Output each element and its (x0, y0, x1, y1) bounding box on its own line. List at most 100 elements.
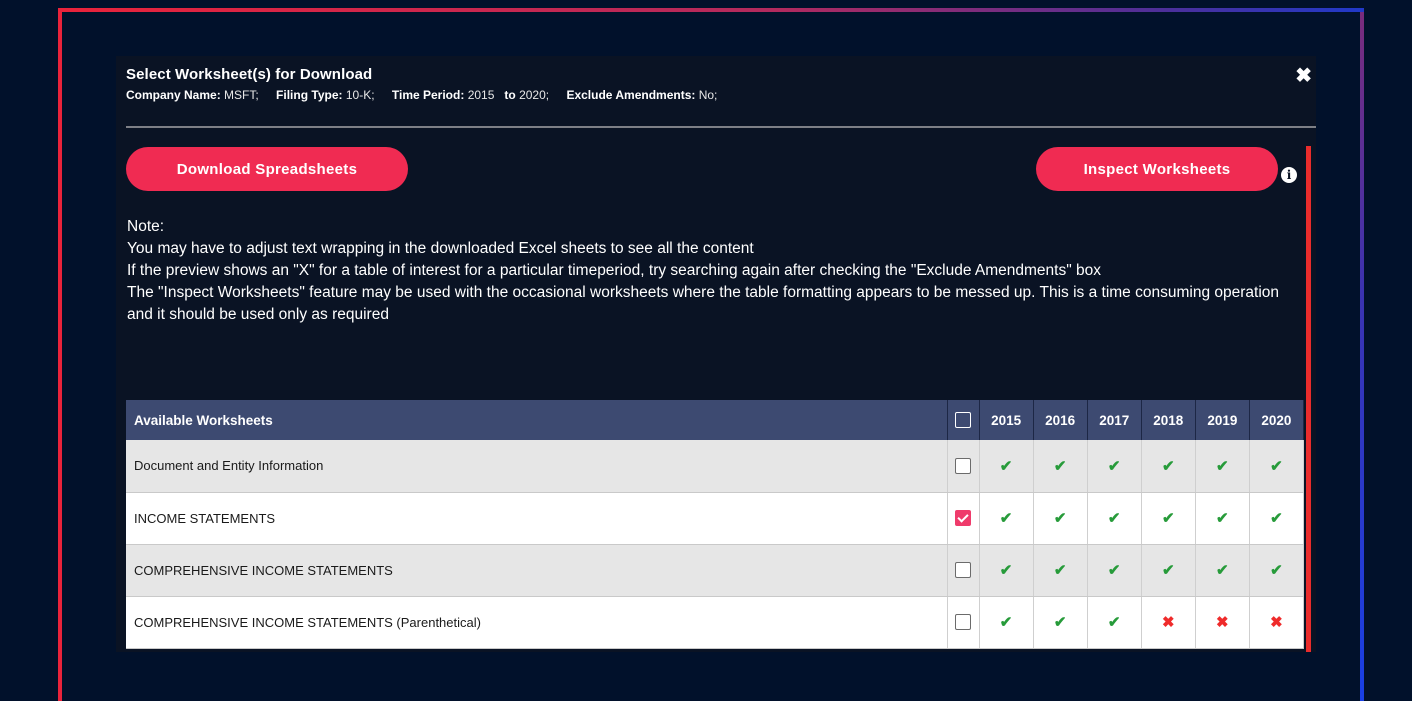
year-status-cell: ✖ (1249, 596, 1305, 649)
check-icon: ✔ (1053, 614, 1067, 631)
year-status-cell: ✔ (1087, 544, 1142, 597)
filing-type-value: 10-K; (345, 88, 375, 102)
check-icon: ✔ (1270, 457, 1283, 475)
check-icon: ✔ (1216, 562, 1229, 579)
year-status-cell: ✔ (1141, 492, 1196, 545)
x-icon: ✖ (1216, 614, 1229, 631)
year-status-cell: ✔ (1141, 440, 1196, 493)
check-icon: ✔ (1107, 562, 1121, 579)
download-modal: Select Worksheet(s) for Download Company… (116, 56, 1316, 652)
company-value: MSFT; (224, 88, 259, 102)
year-status-cell: ✖ (1141, 596, 1196, 649)
check-icon: ✔ (1053, 457, 1067, 475)
check-icon: ✔ (1161, 510, 1175, 527)
row-select-cell (947, 492, 980, 545)
check-icon: ✔ (1053, 510, 1067, 527)
year-status-cell: ✔ (979, 596, 1034, 649)
note-title: Note: (127, 218, 165, 235)
worksheet-name: COMPREHENSIVE INCOME STATEMENTS (126, 544, 948, 597)
year-status-cell: ✔ (1033, 440, 1088, 493)
available-worksheets-header: Available Worksheets (126, 400, 948, 440)
worksheet-checkbox[interactable] (955, 510, 972, 527)
year-status-cell: ✔ (1249, 544, 1305, 597)
info-icon[interactable]: i (1281, 167, 1297, 183)
worksheet-checkbox[interactable] (955, 614, 972, 631)
select-all-cell (947, 400, 980, 440)
check-icon: ✔ (999, 614, 1013, 631)
year-header-2015: 2015 (979, 400, 1034, 440)
table-row[interactable]: Document and Entity Information ✔ ✔ ✔ ✔ ✔ ✔ (126, 440, 1305, 493)
year-status-cell: ✔ (1087, 596, 1142, 649)
header-divider (126, 126, 1316, 128)
year-status-cell: ✔ (1195, 492, 1250, 545)
check-icon: ✔ (999, 457, 1013, 475)
table-header-row: Available Worksheets 2015 2016 2017 2018… (126, 400, 1305, 440)
filter-summary: Company Name: MSFT; Filing Type: 10-K; T… (126, 88, 1316, 102)
table-row[interactable]: INCOME STATEMENTS ✔ ✔ ✔ ✔ ✔ ✔ (126, 492, 1305, 545)
check-icon: ✔ (999, 510, 1013, 527)
check-icon: ✔ (1053, 562, 1067, 579)
year-status-cell: ✔ (1087, 440, 1142, 493)
exclude-amendments-label: Exclude Amendments: (566, 88, 696, 102)
year-status-cell: ✖ (1195, 596, 1250, 649)
year-header-2019: 2019 (1195, 400, 1250, 440)
worksheet-name: Document and Entity Information (126, 440, 948, 493)
time-period-from: 2015 (467, 88, 495, 102)
check-icon: ✔ (999, 562, 1013, 579)
check-icon: ✔ (1161, 562, 1175, 579)
table-row[interactable]: COMPREHENSIVE INCOME STATEMENTS (Parenth… (126, 596, 1305, 649)
worksheet-checkbox[interactable] (955, 562, 972, 579)
note-line: The "Inspect Worksheets" feature may be … (127, 284, 1280, 323)
year-status-cell: ✔ (1195, 544, 1250, 597)
worksheet-name: COMPREHENSIVE INCOME STATEMENTS (Parenth… (126, 596, 948, 649)
row-select-cell (947, 544, 980, 597)
check-icon: ✔ (1107, 614, 1121, 631)
x-icon: ✖ (1270, 614, 1283, 631)
year-status-cell: ✔ (1033, 492, 1088, 545)
time-period-label: Time Period: (391, 88, 465, 102)
x-icon: ✖ (1161, 614, 1175, 631)
close-icon[interactable]: ✖ (1295, 66, 1312, 86)
filing-type-label: Filing Type: (276, 88, 343, 102)
download-spreadsheets-button[interactable]: Download Spreadsheets (126, 147, 408, 191)
check-icon: ✔ (1270, 562, 1283, 579)
check-icon: ✔ (1161, 457, 1175, 475)
year-status-cell: ✔ (1195, 440, 1250, 493)
company-label: Company Name: (126, 88, 221, 102)
year-status-cell: ✔ (979, 492, 1034, 545)
year-status-cell: ✔ (979, 544, 1034, 597)
year-header-2020: 2020 (1249, 400, 1305, 440)
year-status-cell: ✔ (1087, 492, 1142, 545)
year-status-cell: ✔ (1249, 440, 1305, 493)
year-status-cell: ✔ (1249, 492, 1305, 545)
year-status-cell: ✔ (1141, 544, 1196, 597)
check-icon: ✔ (1270, 510, 1283, 527)
modal-title: Select Worksheet(s) for Download (126, 66, 373, 83)
exclude-amendments-value: No; (698, 88, 718, 102)
year-status-cell: ✔ (1033, 544, 1088, 597)
table-row[interactable]: COMPREHENSIVE INCOME STATEMENTS ✔ ✔ ✔ ✔ ✔ ✔ (126, 544, 1305, 597)
year-header-2018: 2018 (1141, 400, 1196, 440)
check-icon: ✔ (1216, 510, 1229, 527)
worksheet-name: INCOME STATEMENTS (126, 492, 948, 545)
year-header-2017: 2017 (1087, 400, 1142, 440)
note-section: Note: You may have to adjust text wrappi… (127, 216, 1307, 326)
check-icon: ✔ (1216, 457, 1229, 475)
note-line: If the preview shows an "X" for a table … (127, 262, 1102, 279)
year-status-cell: ✔ (979, 440, 1034, 493)
check-icon: ✔ (1107, 510, 1121, 527)
select-all-checkbox[interactable] (955, 412, 972, 429)
worksheet-checkbox[interactable] (955, 458, 972, 475)
worksheets-table: Available Worksheets 2015 2016 2017 2018… (126, 400, 1305, 649)
note-line: You may have to adjust text wrapping in … (127, 240, 754, 257)
time-period-to-label: to (504, 88, 516, 102)
inspect-worksheets-button[interactable]: Inspect Worksheets (1036, 147, 1278, 191)
time-period-to: 2020; (519, 88, 550, 102)
modal-header: Select Worksheet(s) for Download Company… (126, 66, 1316, 102)
table-body: Document and Entity Information ✔ ✔ ✔ ✔ ✔ ✔ INC… (126, 440, 1305, 649)
year-status-cell: ✔ (1033, 596, 1088, 649)
row-select-cell (947, 440, 980, 493)
row-select-cell (947, 596, 980, 649)
check-icon: ✔ (1107, 457, 1121, 475)
year-header-2016: 2016 (1033, 400, 1088, 440)
